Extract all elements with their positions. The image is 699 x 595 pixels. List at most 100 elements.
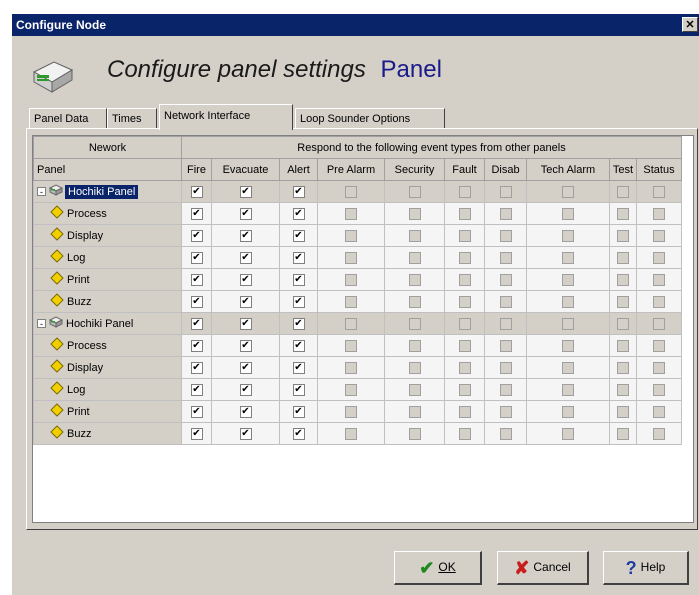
column-header-alert[interactable]: Alert: [279, 158, 318, 181]
item-label[interactable]: Process: [67, 208, 107, 220]
ok-button[interactable]: ✔ OK: [394, 551, 482, 585]
checkbox-cell: [317, 246, 385, 269]
diamond-icon: [50, 293, 64, 310]
item-row[interactable]: Display ✔ ✔ ✔: [33, 356, 682, 379]
ok-label: OK: [438, 560, 456, 574]
checkbox-checked[interactable]: ✔: [239, 229, 252, 242]
column-header-fire[interactable]: Fire: [181, 158, 212, 181]
checkbox-checked[interactable]: ✔: [190, 383, 203, 396]
checkbox-checked[interactable]: ✔: [239, 405, 252, 418]
checkbox-checked[interactable]: ✔: [292, 229, 305, 242]
tab-loop-sounder-options[interactable]: Loop Sounder Options: [295, 108, 445, 128]
checkbox-checked[interactable]: ✔: [239, 339, 252, 352]
tab-times[interactable]: Times: [107, 108, 157, 128]
column-header-pre-alarm[interactable]: Pre Alarm: [317, 158, 385, 181]
checkbox-cell: [444, 400, 485, 423]
item-label[interactable]: Print: [67, 406, 90, 418]
row-name-cell: Process: [33, 334, 182, 357]
item-row[interactable]: Log ✔ ✔ ✔: [33, 246, 682, 269]
panel-label[interactable]: Hochiki Panel: [66, 318, 133, 330]
checkbox-checked[interactable]: ✔: [190, 273, 203, 286]
column-header-test[interactable]: Test: [609, 158, 637, 181]
item-row[interactable]: Print ✔ ✔ ✔: [33, 400, 682, 423]
panel-row[interactable]: - Hochiki Panel ✔ ✔ ✔: [33, 180, 682, 203]
checkbox-checked[interactable]: ✔: [292, 185, 305, 198]
checkbox-checked[interactable]: ✔: [292, 273, 305, 286]
column-header-evacuate[interactable]: Evacuate: [211, 158, 280, 181]
item-row[interactable]: Buzz ✔ ✔ ✔: [33, 422, 682, 445]
tab-panel-data[interactable]: Panel Data: [29, 108, 107, 128]
diamond-icon: [50, 337, 64, 354]
checkbox-checked[interactable]: ✔: [292, 405, 305, 418]
checkbox-checked[interactable]: ✔: [292, 339, 305, 352]
panel-row[interactable]: - Hochiki Panel ✔ ✔ ✔: [33, 312, 682, 335]
item-label[interactable]: Buzz: [67, 296, 91, 308]
column-header-disab[interactable]: Disab: [484, 158, 527, 181]
collapse-toggle[interactable]: -: [37, 319, 46, 329]
checkbox-cell: ✔: [181, 422, 212, 445]
item-label[interactable]: Log: [67, 384, 85, 396]
item-row[interactable]: Display ✔ ✔ ✔: [33, 224, 682, 247]
checkbox-checked[interactable]: ✔: [292, 317, 305, 330]
checkbox-disabled: [617, 229, 629, 242]
column-header-status[interactable]: Status: [636, 158, 682, 181]
checkbox-checked[interactable]: ✔: [239, 251, 252, 264]
checkbox-checked[interactable]: ✔: [292, 251, 305, 264]
checkbox-cell: ✔: [181, 312, 212, 335]
item-row[interactable]: Process ✔ ✔ ✔: [33, 334, 682, 357]
item-label[interactable]: Log: [67, 252, 85, 264]
checkbox-checked[interactable]: ✔: [239, 185, 252, 198]
checkbox-cell: ✔: [211, 246, 280, 269]
panel-icon: [48, 184, 64, 199]
close-button[interactable]: ✕: [682, 17, 698, 32]
checkbox-cell: [384, 312, 445, 335]
checkbox-cell: ✔: [279, 356, 318, 379]
panel-label[interactable]: Hochiki Panel: [65, 184, 139, 199]
checkbox-checked[interactable]: ✔: [190, 317, 203, 330]
checkbox-checked[interactable]: ✔: [190, 185, 203, 198]
checkbox-disabled: [458, 207, 471, 220]
checkbox-checked[interactable]: ✔: [239, 427, 252, 440]
checkbox-checked[interactable]: ✔: [292, 427, 305, 440]
item-label[interactable]: Display: [67, 362, 103, 374]
checkbox-checked[interactable]: ✔: [190, 405, 203, 418]
item-label[interactable]: Display: [67, 230, 103, 242]
checkbox-checked[interactable]: ✔: [292, 207, 305, 220]
checkbox-disabled: [499, 339, 512, 352]
tab-network-interface[interactable]: Network Interface: [159, 104, 293, 130]
checkbox-checked[interactable]: ✔: [190, 295, 203, 308]
column-header-security[interactable]: Security: [384, 158, 445, 181]
checkbox-checked[interactable]: ✔: [190, 229, 203, 242]
checkbox-checked[interactable]: ✔: [239, 361, 252, 374]
checkbox-checked[interactable]: ✔: [190, 251, 203, 264]
item-row[interactable]: Log ✔ ✔ ✔: [33, 378, 682, 401]
checkbox-disabled: [458, 383, 471, 396]
item-row[interactable]: Buzz ✔ ✔ ✔: [33, 290, 682, 313]
checkbox-checked[interactable]: ✔: [239, 383, 252, 396]
checkbox-disabled: [617, 273, 629, 286]
column-header-tech-alarm[interactable]: Tech Alarm: [526, 158, 610, 181]
cancel-button[interactable]: ✘ Cancel: [497, 551, 589, 585]
checkbox-checked[interactable]: ✔: [292, 383, 305, 396]
checkbox-checked[interactable]: ✔: [292, 361, 305, 374]
checkbox-checked[interactable]: ✔: [190, 427, 203, 440]
checkbox-disabled: [345, 251, 357, 264]
item-label[interactable]: Buzz: [67, 428, 91, 440]
column-header-fault[interactable]: Fault: [444, 158, 485, 181]
checkbox-checked[interactable]: ✔: [239, 295, 252, 308]
checkbox-checked[interactable]: ✔: [239, 207, 252, 220]
checkbox-checked[interactable]: ✔: [239, 317, 252, 330]
checkbox-checked[interactable]: ✔: [190, 207, 203, 220]
checkbox-cell: [609, 202, 637, 225]
item-row[interactable]: Print ✔ ✔ ✔: [33, 268, 682, 291]
checkbox-checked[interactable]: ✔: [190, 361, 203, 374]
checkbox-checked[interactable]: ✔: [190, 339, 203, 352]
checkbox-checked[interactable]: ✔: [292, 295, 305, 308]
item-label[interactable]: Process: [67, 340, 107, 352]
checkbox-checked[interactable]: ✔: [239, 273, 252, 286]
collapse-toggle[interactable]: -: [37, 187, 46, 197]
item-label[interactable]: Print: [67, 274, 90, 286]
item-row[interactable]: Process ✔ ✔ ✔: [33, 202, 682, 225]
help-button[interactable]: ? Help: [603, 551, 689, 585]
checkbox-disabled: [617, 251, 629, 264]
